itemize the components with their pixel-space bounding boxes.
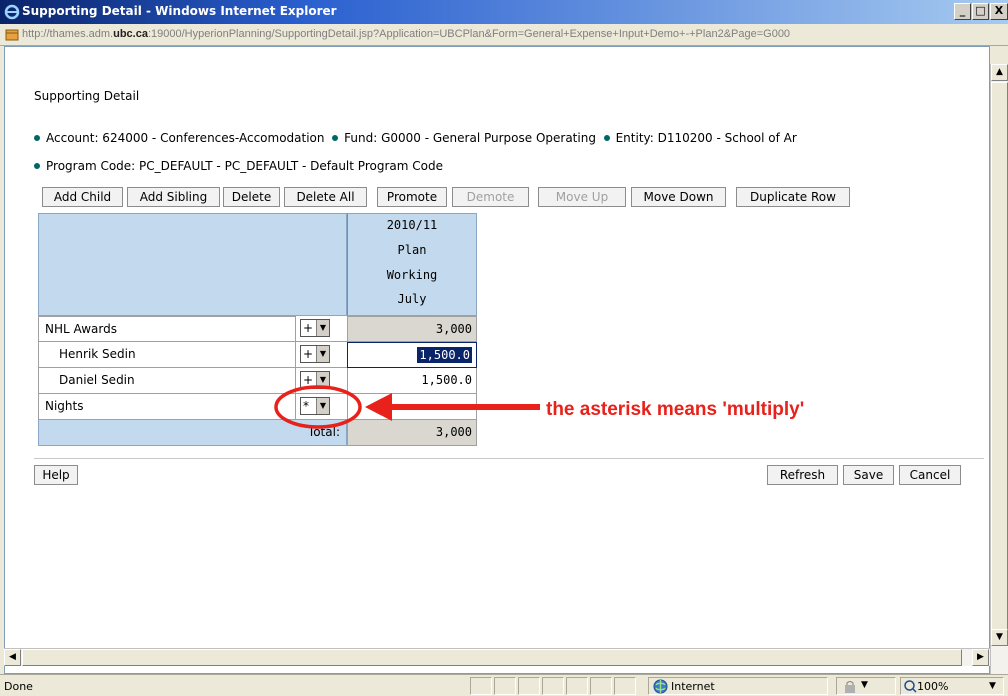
- table-row: Henrik Sedin + ▼ 1,500.0: [38, 342, 477, 368]
- operator-value: +: [303, 321, 314, 335]
- status-bar: Done Internet ▼ 100% ▼: [0, 674, 1008, 696]
- status-pane: [614, 677, 636, 695]
- horizontal-scroll-thumb[interactable]: [22, 649, 962, 666]
- status-pane: [518, 677, 540, 695]
- dimension-line-2: Program Code: PC_DEFAULT - PC_DEFAULT - …: [34, 159, 443, 173]
- divider: [34, 458, 984, 459]
- row-value: 3,000: [347, 316, 477, 342]
- status-pane: [494, 677, 516, 695]
- title-bar: Supporting Detail - Windows Internet Exp…: [0, 0, 1008, 24]
- horizontal-scrollbar[interactable]: ◀ ▶: [4, 648, 990, 666]
- row-label[interactable]: Henrik Sedin: [38, 342, 296, 368]
- window-title: Supporting Detail - Windows Internet Exp…: [22, 4, 337, 18]
- scroll-left-icon[interactable]: ◀: [4, 649, 21, 666]
- vertical-scrollbar[interactable]: ▲ ▼: [990, 64, 1008, 674]
- bullet-icon: [34, 162, 40, 169]
- add-child-button[interactable]: Add Child: [42, 187, 123, 207]
- status-pane: [590, 677, 612, 695]
- column-header: 2010/11 Plan Working July: [347, 213, 477, 316]
- zone-pane[interactable]: Internet: [648, 677, 828, 695]
- bullet-icon: [34, 134, 40, 141]
- row-label[interactable]: Nights: [38, 394, 296, 420]
- fund-label: Fund: G0000 - General Purpose Operating: [344, 131, 596, 145]
- zoom-icon: [904, 680, 917, 693]
- close-button[interactable]: X: [990, 3, 1008, 20]
- maximize-button[interactable]: □: [972, 3, 989, 20]
- row-label[interactable]: NHL Awards: [38, 316, 296, 342]
- chevron-down-icon[interactable]: ▼: [316, 346, 329, 362]
- duplicate-row-button[interactable]: Duplicate Row: [736, 187, 850, 207]
- operator-select[interactable]: + ▼: [300, 319, 330, 337]
- status-text: Done: [4, 680, 33, 693]
- refresh-button[interactable]: Refresh: [767, 465, 838, 485]
- save-button[interactable]: Save: [843, 465, 894, 485]
- page-icon: [5, 29, 19, 41]
- zone-label: Internet: [671, 680, 715, 693]
- add-sibling-button[interactable]: Add Sibling: [127, 187, 220, 207]
- delete-all-button[interactable]: Delete All: [284, 187, 367, 207]
- dimension-line-1: Account: 624000 - Conferences-Accomodati…: [34, 131, 797, 145]
- ie-logo-icon: [4, 4, 20, 20]
- row-value-input[interactable]: 1,500.0: [347, 342, 477, 368]
- entity-label: Entity: D110200 - School of Ar: [615, 131, 797, 145]
- address-url[interactable]: http://thames.adm.ubc.ca:19000/HyperionP…: [22, 28, 790, 40]
- selected-value: 1,500.0: [417, 347, 472, 363]
- delete-button[interactable]: Delete: [223, 187, 280, 207]
- annotation-graphic: [274, 385, 540, 429]
- header-year: 2010/11: [386, 218, 438, 232]
- annotation-text: the asterisk means 'multiply': [546, 399, 805, 420]
- protected-mode-pane[interactable]: ▼: [836, 677, 896, 695]
- promote-button[interactable]: Promote: [377, 187, 447, 207]
- demote-button[interactable]: Demote: [452, 187, 529, 207]
- page-title: Supporting Detail: [34, 89, 140, 103]
- cancel-button[interactable]: Cancel: [899, 465, 961, 485]
- bullet-icon: [332, 134, 339, 141]
- supporting-detail-grid: 2010/11 Plan Working July NHL Awards + ▼…: [38, 213, 478, 499]
- header-period: July: [397, 292, 427, 306]
- operator-select[interactable]: + ▼: [300, 345, 330, 363]
- address-bar[interactable]: http://thames.adm.ubc.ca:19000/HyperionP…: [0, 24, 1008, 46]
- row-label[interactable]: Daniel Sedin: [38, 368, 296, 394]
- lock-icon: [845, 681, 855, 693]
- move-down-button[interactable]: Move Down: [631, 187, 726, 207]
- table-row: NHL Awards + ▼ 3,000: [38, 316, 477, 342]
- grid-corner-header: [38, 213, 347, 316]
- row-operator-cell: + ▼: [296, 342, 347, 368]
- chevron-down-icon[interactable]: ▼: [316, 320, 329, 336]
- highlight-ellipse: [274, 385, 362, 429]
- globe-icon: [653, 679, 668, 694]
- chevron-down-icon[interactable]: ▼: [989, 681, 996, 691]
- operator-value: +: [303, 347, 314, 361]
- zoom-pane[interactable]: 100% ▼: [900, 677, 1004, 695]
- bullet-icon: [603, 134, 610, 141]
- account-label: Account: 624000 - Conferences-Accomodati…: [46, 131, 325, 145]
- minimize-button[interactable]: _: [954, 3, 971, 20]
- header-version: Working: [386, 268, 438, 282]
- help-button[interactable]: Help: [34, 465, 78, 485]
- program-code-label: Program Code: PC_DEFAULT - PC_DEFAULT - …: [46, 159, 443, 173]
- scroll-right-icon[interactable]: ▶: [972, 649, 989, 666]
- browser-window: Supporting Detail - Windows Internet Exp…: [0, 0, 1008, 696]
- scroll-down-icon[interactable]: ▼: [991, 629, 1008, 646]
- arrow-head: [365, 393, 392, 421]
- status-pane: [470, 677, 492, 695]
- header-scenario: Plan: [397, 243, 427, 257]
- move-up-button[interactable]: Move Up: [538, 187, 626, 207]
- zoom-level: 100%: [917, 680, 949, 693]
- scroll-up-icon[interactable]: ▲: [991, 64, 1008, 81]
- status-pane: [542, 677, 564, 695]
- row-operator-cell: + ▼: [296, 316, 347, 342]
- status-pane: [566, 677, 588, 695]
- vertical-scroll-thumb[interactable]: [991, 82, 1008, 642]
- chevron-down-icon[interactable]: ▼: [861, 680, 868, 690]
